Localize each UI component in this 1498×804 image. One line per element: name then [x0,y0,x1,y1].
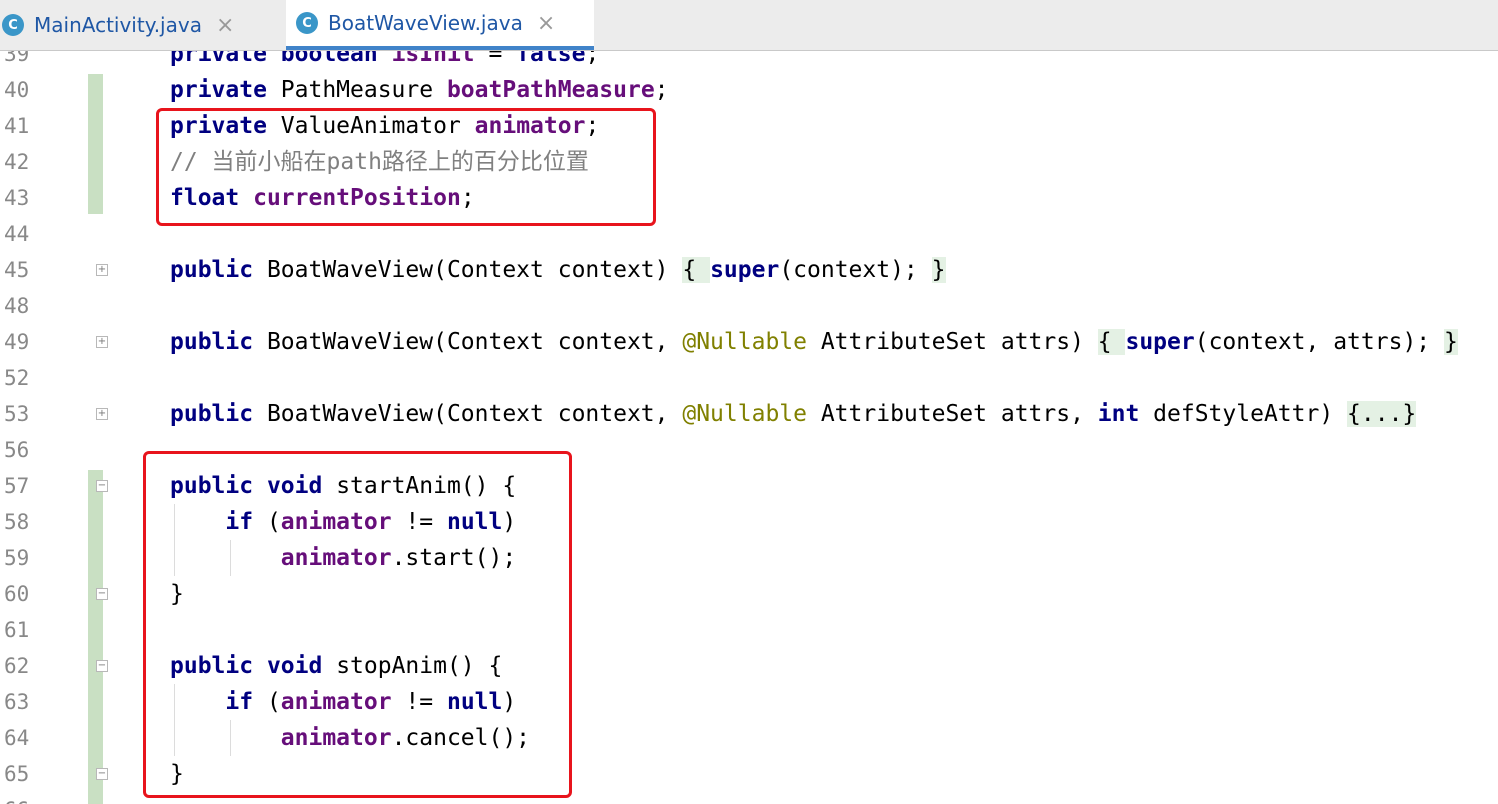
code-token: { [1097,329,1126,355]
tab-mainactivity[interactable]: C MainActivity.java × [0,0,270,50]
code-token: private [170,77,281,103]
code-text: private PathMeasure boatPathMeasure; [170,72,669,108]
line-number: 45 [4,258,30,282]
code-token: ; [654,77,669,103]
close-tab-icon[interactable]: × [537,11,555,36]
code-token: @Nullable [682,329,807,355]
line-number: 60 [4,582,30,606]
line-number: 63 [4,690,30,714]
line-number: 57 [4,474,30,498]
line-number: 41 [4,114,30,138]
fold-collapse-icon[interactable]: − [96,660,108,672]
line-number: 39 [4,51,30,66]
code-token: private [170,51,281,67]
code-token: boatPathMeasure [446,77,655,103]
code-token: AttributeSet attrs, [806,401,1098,427]
code-text: private boolean isInit = false; [170,51,599,72]
java-class-icon: C [2,14,24,36]
annotation-box-methods [143,451,572,798]
line-number: 52 [4,366,30,390]
line-number: 59 [4,546,30,570]
code-token: public [170,401,267,427]
line-number: 44 [4,222,30,246]
line-number: 48 [4,294,30,318]
code-token: BoatWaveView(Context context, [266,401,683,427]
code-token: {...} [1347,401,1417,427]
code-token: (context, attrs); [1194,329,1444,355]
tab-boatwaveview[interactable]: C BoatWaveView.java × [286,0,594,50]
fold-collapse-icon[interactable]: − [96,768,108,780]
line-number: 49 [4,330,30,354]
code-text: public BoatWaveView(Context context) { s… [170,252,946,288]
close-tab-icon[interactable]: × [216,13,234,38]
code-token: boolean [280,51,392,67]
java-class-icon: C [296,12,318,34]
code-text: public BoatWaveView(Context context, @Nu… [170,396,1417,432]
code-token: (context); [779,257,932,283]
code-token: public [170,329,267,355]
code-token: ; [585,51,600,67]
code-text: public BoatWaveView(Context context, @Nu… [170,324,1458,360]
annotation-box-fields [156,108,656,226]
code-token: int [1097,401,1154,427]
line-number: 58 [4,510,30,534]
code-token: @Nullable [682,401,807,427]
line-number: 66 [4,792,64,804]
code-token: public [170,257,267,283]
fold-expand-icon[interactable]: + [96,408,108,420]
line-number: 64 [4,726,30,750]
code-line: 49 + public BoatWaveView(Context context, … [0,324,1498,360]
fold-collapse-icon[interactable]: − [96,588,108,600]
line-number: 56 [4,438,30,462]
code-token: } [1443,329,1458,355]
code-token: { [682,257,711,283]
line-number: 62 [4,654,30,678]
line-number: 42 [4,150,30,174]
code-line: 53 + public BoatWaveView(Context context, … [0,396,1498,432]
code-line: 48 [0,288,1498,324]
code-token: } [931,257,946,283]
code-token: BoatWaveView(Context context) [266,257,683,283]
code-line: 52 [0,360,1498,396]
tab-label: MainActivity.java [34,13,202,37]
code-token: false [516,51,586,67]
tab-label: BoatWaveView.java [328,11,523,35]
code-editor[interactable]: 39 private boolean isInit = false; 40 priva… [0,51,1498,804]
code-token: PathMeasure [280,77,447,103]
line-number: 53 [4,402,30,426]
line-number: 43 [4,186,30,210]
code-line: 40 private PathMeasure boatPathMeasure; [0,72,1498,108]
code-token: super [710,257,780,283]
fold-collapse-icon[interactable]: − [96,480,108,492]
code-token: AttributeSet attrs) [806,329,1098,355]
line-number: 65 [4,762,30,786]
code-token: super [1125,329,1195,355]
code-token: isInit [391,51,475,67]
code-line: 39 private boolean isInit = false; [0,51,1498,72]
fold-expand-icon[interactable]: + [96,264,108,276]
editor-tab-bar: C MainActivity.java × C BoatWaveView.java × [0,0,1498,51]
line-number: 40 [4,78,30,102]
line-number: 61 [4,618,30,642]
code-token: BoatWaveView(Context context, [266,329,683,355]
fold-expand-icon[interactable]: + [96,336,108,348]
code-token: defStyleAttr) [1153,401,1348,427]
code-token: = [474,51,517,67]
code-line: 45 + public BoatWaveView(Context context) … [0,252,1498,288]
